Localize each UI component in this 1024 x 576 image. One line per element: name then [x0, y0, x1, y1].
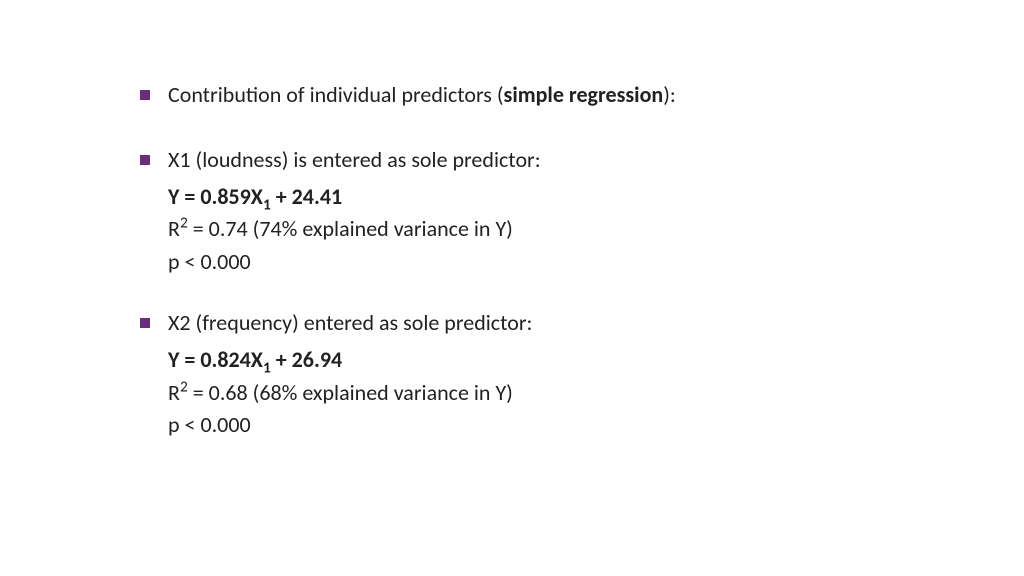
- title-suffix: ):: [663, 81, 676, 108]
- x1-r2-pre: R: [168, 215, 180, 242]
- x2-r2-post: = 0.68 (68% explained variance in Y): [188, 379, 513, 406]
- x2-r2-sup: 2: [180, 377, 188, 396]
- x2-pvalue: p < 0.000: [168, 410, 964, 441]
- x2-header: X2 (frequency) entered as sole predictor…: [168, 309, 532, 336]
- title-prefix: Contribution of individual predictors (: [168, 81, 504, 108]
- bullet-marker-icon: [140, 90, 150, 100]
- x1-eq-sub: 1: [263, 195, 271, 214]
- bullet-title-content: Contribution of individual predictors (s…: [168, 80, 964, 111]
- x1-r2-post: = 0.74 (74% explained variance in Y): [188, 215, 513, 242]
- title-bold: simple regression: [504, 81, 664, 108]
- bullet-marker-icon: [140, 155, 150, 165]
- x1-r2-sup: 2: [180, 214, 188, 233]
- nested-lines-x1: Y = 0.859X1 + 24.41 R2 = 0.74 (74% expla…: [140, 182, 964, 278]
- x1-r2: R2 = 0.74 (74% explained variance in Y): [168, 214, 964, 245]
- spacer: [140, 280, 964, 308]
- x2-eq-post: + 26.94: [271, 346, 342, 373]
- x2-r2: R2 = 0.68 (68% explained variance in Y): [168, 378, 964, 409]
- bullet-x1-content: X1 (loudness) is entered as sole predict…: [168, 145, 964, 176]
- x1-header: X1 (loudness) is entered as sole predict…: [168, 146, 541, 173]
- nested-lines-x2: Y = 0.824X1 + 26.94 R2 = 0.68 (68% expla…: [140, 345, 964, 441]
- bullet-x2-content: X2 (frequency) entered as sole predictor…: [168, 308, 964, 339]
- x1-equation: Y = 0.859X1 + 24.41: [168, 182, 964, 213]
- spacer: [140, 117, 964, 145]
- x2-eq-sub: 1: [263, 358, 271, 377]
- bullet-item-title: Contribution of individual predictors (s…: [140, 80, 964, 111]
- bullet-item-x1: X1 (loudness) is entered as sole predict…: [140, 145, 964, 176]
- x1-pvalue: p < 0.000: [168, 247, 964, 278]
- x2-equation: Y = 0.824X1 + 26.94: [168, 345, 964, 376]
- bullet-item-x2: X2 (frequency) entered as sole predictor…: [140, 308, 964, 339]
- bullet-marker-icon: [140, 318, 150, 328]
- x2-r2-pre: R: [168, 379, 180, 406]
- x2-eq-pre: Y = 0.824X: [168, 346, 263, 373]
- x1-eq-post: + 24.41: [271, 183, 342, 210]
- x1-eq-pre: Y = 0.859X: [168, 183, 263, 210]
